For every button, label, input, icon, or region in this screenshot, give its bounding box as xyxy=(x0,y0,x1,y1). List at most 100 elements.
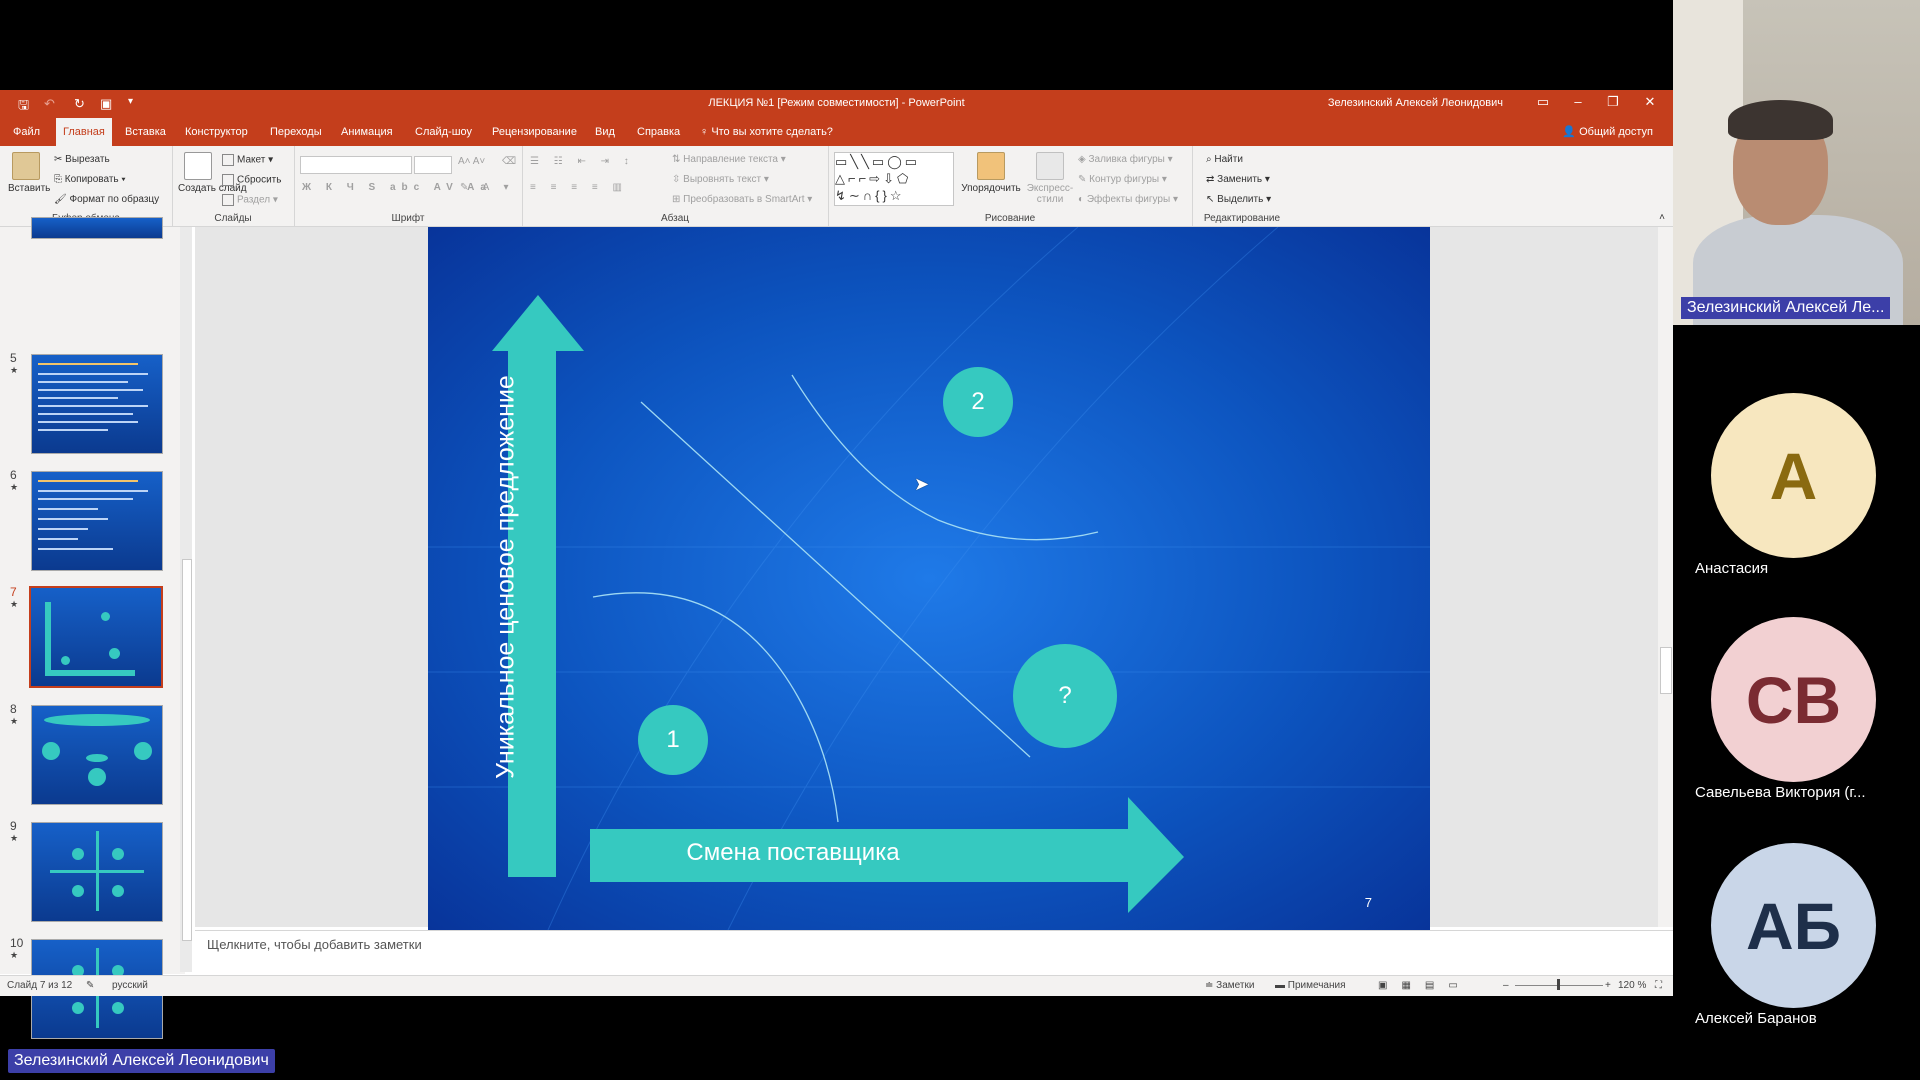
replace-button[interactable]: ⇄ Заменить ▾ xyxy=(1206,174,1270,185)
shape-fill-button[interactable]: ◈ Заливка фигуры ▾ xyxy=(1078,154,1173,165)
zoom-in-icon[interactable]: + xyxy=(1605,980,1611,991)
language-indicator[interactable]: русский xyxy=(112,980,148,991)
align-text-label: Выровнять текст xyxy=(683,174,762,185)
circle-2: 2 xyxy=(943,367,1013,437)
find-button[interactable]: ⌕ Найти xyxy=(1206,154,1243,165)
animation-star-icon: ★ xyxy=(10,950,19,960)
notes-pane[interactable]: Щелкните, чтобы добавить заметки xyxy=(195,930,1673,975)
slide-scrollbar[interactable] xyxy=(1658,227,1673,927)
tab-view[interactable]: Вид xyxy=(588,118,622,146)
format-painter-label: Формат по образцу xyxy=(69,194,160,205)
paste-icon xyxy=(12,152,40,180)
section-label: Раздел xyxy=(237,194,271,206)
thumbnail-scrollbar[interactable] xyxy=(180,227,192,972)
paragraph-group: ☰ ☷ ⇤ ⇥ ↕ ≡ ≡ ≡ ≡ ▥ ⇅ Направление текста… xyxy=(522,146,829,226)
animation-star-icon: ★ xyxy=(10,833,19,843)
circle-1: 1 xyxy=(638,705,708,775)
slide-thumbnail-7-selected[interactable] xyxy=(29,586,163,688)
animation-star-icon: ★ xyxy=(10,482,19,492)
shapes-gallery[interactable]: ▭╲╲▭◯▭ △⌐⌐⇨⇩⬠ ↯∼∩{}☆ xyxy=(834,152,954,206)
paste-button[interactable]: Вставить xyxy=(8,152,50,194)
reset-button[interactable]: Сбросить xyxy=(222,174,281,186)
slide-thumbnail-4[interactable] xyxy=(31,217,163,239)
tab-review[interactable]: Рецензирование xyxy=(485,118,584,146)
restore-icon[interactable]: ❐ xyxy=(1598,94,1628,110)
slide-thumbnails-panel: 5 ★ 6 ★ 7 ★ 8 ★ 9 ★ 10 ★ xyxy=(0,217,185,1067)
cut-button[interactable]: ✂ Вырезать xyxy=(54,154,110,165)
slide-thumbnail-5[interactable] xyxy=(31,354,163,454)
zoom-out-icon[interactable]: – xyxy=(1503,980,1509,991)
tab-help[interactable]: Справка xyxy=(630,118,687,146)
editing-group-label: Редактирование xyxy=(1203,213,1281,224)
slide-thumbnail-6[interactable] xyxy=(31,471,163,571)
font-grow-icon[interactable]: A˄ A˅ xyxy=(458,156,485,167)
fit-slide-icon[interactable]: ⛶ xyxy=(1655,980,1662,991)
slide-thumbnail-8[interactable] xyxy=(31,705,163,805)
copy-button[interactable]: ⎘ Копировать ▾ xyxy=(54,174,126,185)
participant-avatar[interactable]: А xyxy=(1711,393,1876,558)
spellcheck-icon[interactable]: ✎ xyxy=(86,980,94,991)
brush-icon: 🖌 xyxy=(54,194,70,205)
slide-counter: Слайд 7 из 12 xyxy=(7,980,73,991)
participant-avatar[interactable]: СВ xyxy=(1711,617,1876,782)
quick-styles-button[interactable]: Экспресс-стили xyxy=(1024,152,1076,205)
minimize-icon[interactable]: – xyxy=(1563,94,1593,109)
participant-avatar[interactable]: АБ xyxy=(1711,843,1876,1008)
align-text-icon: ⇳ xyxy=(672,174,684,185)
tab-design[interactable]: Конструктор xyxy=(178,118,255,146)
smartart-button[interactable]: ⊞ Преобразовать в SmartArt ▾ xyxy=(672,194,812,205)
slide-thumbnail-9[interactable] xyxy=(31,822,163,922)
section-button[interactable]: Раздел ▾ xyxy=(222,194,278,206)
zoom-slider-thumb[interactable] xyxy=(1557,979,1560,990)
comments-button[interactable]: ▬ Примечания xyxy=(1275,980,1346,991)
thumb-number: 10 xyxy=(10,936,24,950)
tab-slideshow[interactable]: Слайд-шоу xyxy=(408,118,479,146)
shape-effects-label: Эффекты фигуры xyxy=(1086,194,1171,205)
comments-label: Примечания xyxy=(1287,980,1346,991)
view-buttons[interactable]: ▣▦▤▭ xyxy=(1378,980,1472,991)
align-text-button[interactable]: ⇳ Выровнять текст ▾ xyxy=(672,174,769,185)
text-direction-button[interactable]: ⇅ Направление текста ▾ xyxy=(672,154,786,165)
tab-insert[interactable]: Вставка xyxy=(118,118,173,146)
list-buttons[interactable]: ☰ ☷ ⇤ ⇥ ↕ xyxy=(530,156,635,167)
ribbon-tabs: Файл Главная Вставка Конструктор Переход… xyxy=(0,118,1673,146)
main-video-tile[interactable]: Зелезинский Алексей Ле... xyxy=(1673,0,1920,325)
layout-button[interactable]: Макет ▾ xyxy=(222,154,273,166)
shape-outline-button[interactable]: ✎ Контур фигуры ▾ xyxy=(1078,174,1167,185)
current-slide[interactable]: Уникальное ценовое предложение Смена пос… xyxy=(428,227,1430,930)
notes-toggle-button[interactable]: ≐ Заметки xyxy=(1205,980,1254,991)
tab-transitions[interactable]: Переходы xyxy=(263,118,329,146)
share-button[interactable]: 👤 Общий доступ xyxy=(1562,118,1653,146)
font-color-buttons[interactable]: ✎ A ▾ xyxy=(460,182,515,193)
shape-effects-button[interactable]: ◐ Эффекты фигуры ▾ xyxy=(1078,194,1178,205)
slides-group-label: Слайды xyxy=(214,213,252,224)
animation-star-icon: ★ xyxy=(10,365,19,375)
collapse-ribbon-icon[interactable]: ˄ xyxy=(1659,212,1665,223)
person-icon: 👤 xyxy=(1562,126,1580,138)
notes-icon: ≐ xyxy=(1205,980,1217,991)
slide-number: 7 xyxy=(1364,895,1372,910)
tab-home[interactable]: Главная xyxy=(56,118,112,146)
x-axis-label: Смена поставщика xyxy=(686,839,900,866)
close-icon[interactable]: ✕ xyxy=(1635,94,1665,110)
align-buttons[interactable]: ≡ ≡ ≡ ≡ ▥ xyxy=(530,182,628,193)
account-name[interactable]: Зелезинский Алексей Леонидович xyxy=(1328,97,1503,109)
clear-format-icon[interactable]: ⌫ xyxy=(502,156,516,167)
font-name-input[interactable] xyxy=(300,156,412,174)
ribbon-display-icon[interactable]: ▭ xyxy=(1528,94,1558,110)
thumb-number: 5 xyxy=(10,351,17,365)
tab-file[interactable]: Файл xyxy=(6,118,47,146)
tell-me-search[interactable]: ♀ Что вы хотите сделать? xyxy=(700,118,833,146)
tab-animations[interactable]: Анимация xyxy=(334,118,400,146)
ribbon: Вставить ✂ Вырезать ⎘ Копировать ▾ 🖌 Фор… xyxy=(0,146,1673,227)
format-painter-button[interactable]: 🖌 Формат по образцу xyxy=(54,194,159,205)
font-size-input[interactable] xyxy=(414,156,452,174)
arrange-button[interactable]: Упорядочить xyxy=(956,152,1026,194)
section-icon xyxy=(222,194,234,206)
shape-fill-label: Заливка фигуры xyxy=(1088,154,1165,165)
select-button[interactable]: ↖ Выделить ▾ xyxy=(1206,194,1271,205)
font-group: A˄ A˅ ⌫ Ж К Ч S abc AV Aa ✎ A ▾ Шрифт xyxy=(294,146,523,226)
new-slide-button[interactable]: Создать слайд xyxy=(178,152,247,194)
quick-styles-label: Экспресс-стили xyxy=(1026,183,1074,205)
zoom-level[interactable]: 120 % xyxy=(1618,980,1646,991)
